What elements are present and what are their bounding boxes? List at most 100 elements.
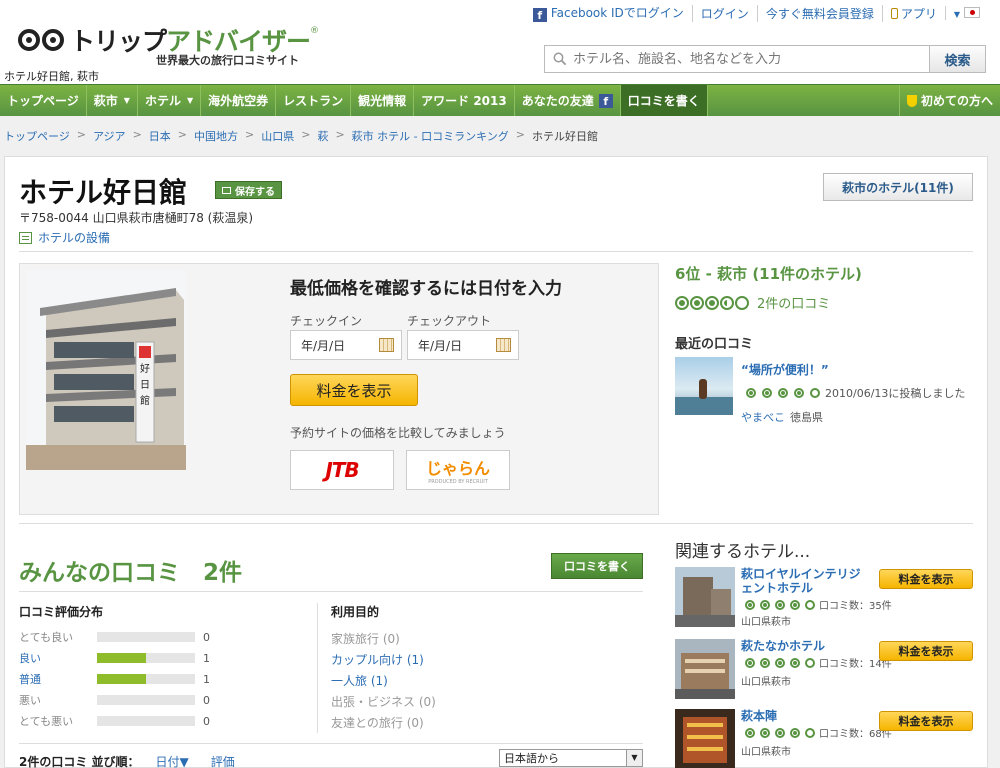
breadcrumb: トップページ > アジア > 日本 > 中国地方 > 山口県 > 萩 > 萩市 ホテル - … <box>4 128 599 144</box>
tagline: 世界最大の旅行口コミサイト <box>156 54 299 67</box>
booking-title: 最低価格を確認するには日付を入力 <box>290 279 562 299</box>
write-review-button[interactable]: 口コミを書く <box>551 553 643 579</box>
checkout-date-input[interactable]: 年/月/日 <box>407 330 519 360</box>
recent-reviewer: やまべこ 徳島県 <box>741 411 823 424</box>
facebook-icon: f <box>598 93 613 108</box>
nav-item-top[interactable]: トップページ <box>0 85 87 116</box>
nav-item-friends[interactable]: あなたの友達 f <box>515 85 621 116</box>
language-select[interactable]: 日本語から ▼ <box>499 749 643 767</box>
app-link[interactable]: アプリ <box>881 4 945 22</box>
reviews-title: みんなの口コミ 2件 <box>19 560 243 586</box>
booking-box: 好 日 館 最低価格を確認するには日付を入力 チェックイン チェックアウト 年/… <box>19 263 659 515</box>
login-link[interactable]: ログイン <box>691 4 757 22</box>
nav-item-hagi[interactable]: 萩市 ▼ <box>87 85 138 116</box>
sort-by-rating[interactable]: 評価 <box>211 753 235 768</box>
nav-item-restaurants[interactable]: レストラン <box>276 85 352 116</box>
list-icon <box>19 231 32 244</box>
hotel-photo[interactable]: 好 日 館 <box>26 270 186 470</box>
related-hotel-item: 萩ロイヤルインテリジェントホテル 口コミ数：35件 山口県萩市 料金を表示 <box>675 567 975 629</box>
divider <box>317 603 318 733</box>
distribution-row[interactable]: 悪い 0 <box>19 692 219 708</box>
nav-item-flights[interactable]: 海外航空券 <box>201 85 277 116</box>
related-hotel-name[interactable]: 萩たなかホテル <box>741 639 871 653</box>
nav-item-awards[interactable]: アワード 2013 <box>414 85 515 116</box>
suitcase-icon <box>222 186 231 194</box>
signup-link[interactable]: 今すぐ無料会員登録 <box>756 4 882 22</box>
related-hotel-price-button[interactable]: 料金を表示 <box>879 711 973 731</box>
japan-flag-icon <box>964 7 980 18</box>
purpose-filter-couples[interactable]: カップル向け (1) <box>331 651 424 668</box>
recent-reviews-title: 最近の口コミ <box>675 337 754 352</box>
calendar-icon <box>496 338 511 352</box>
calendar-icon <box>379 338 394 352</box>
purpose-filter-friends[interactable]: 友達との旅行 (0) <box>331 714 424 731</box>
distribution-row[interactable]: 良い 1 <box>19 650 219 666</box>
purpose-filter-solo[interactable]: 一人旅 (1) <box>331 672 388 689</box>
search-input[interactable] <box>573 51 929 67</box>
rating-summary: 2件の口コミ <box>675 293 830 312</box>
main-nav: トップページ 萩市 ▼ ホテル ▼ 海外航空券 レストラン 観光情報 アワード 20… <box>0 84 1000 116</box>
breadcrumb-top[interactable]: トップページ <box>4 128 70 144</box>
related-hotel-photo[interactable] <box>675 709 735 768</box>
chevron-down-icon: ▼ <box>953 10 960 19</box>
distribution-row[interactable]: 普通 1 <box>19 671 219 687</box>
nav-item-attractions[interactable]: 観光情報 <box>351 85 415 116</box>
related-hotel-location: 山口県萩市 <box>741 747 791 758</box>
rating-bubbles-icon <box>741 727 815 738</box>
breadcrumb-asia[interactable]: アジア <box>93 128 126 144</box>
amenities-link[interactable]: ホテルの設備 <box>19 229 110 246</box>
nav-item-beginner[interactable]: 初めての方へ <box>898 85 1000 116</box>
logo-registered-mark: ® <box>310 26 320 36</box>
review-count-link[interactable]: 2件の口コミ <box>757 293 830 312</box>
show-price-button[interactable]: 料金を表示 <box>290 374 418 406</box>
breadcrumb-yamaguchi[interactable]: 山口県 <box>261 128 294 144</box>
breadcrumb-chugoku[interactable]: 中国地方 <box>194 128 238 144</box>
chevron-down-icon: ▼ <box>626 750 642 766</box>
related-hotel-location: 山口県萩市 <box>741 617 791 628</box>
related-hotel-name[interactable]: 萩ロイヤルインテリジェントホテル <box>741 567 871 595</box>
related-hotel-photo[interactable] <box>675 567 735 627</box>
nav-item-write-review[interactable]: 口コミを書く <box>620 85 708 116</box>
sort-bar: 2件の口コミ 並び順： 日付▼ 評価 <box>19 753 257 768</box>
ranking-text[interactable]: 6位 - 萩市 (11件のホテル) <box>675 263 862 284</box>
reviewer-name-link[interactable]: やまべこ <box>741 411 785 424</box>
jtb-partner-button[interactable]: JTB <box>290 450 394 490</box>
svg-text:日: 日 <box>140 380 150 391</box>
sort-by-date[interactable]: 日付▼ <box>156 753 189 768</box>
hotel-address: 〒758-0044 山口県萩市唐樋町78 (萩温泉) <box>19 211 254 225</box>
checkin-date-input[interactable]: 年/月/日 <box>290 330 402 360</box>
related-hotel-price-button[interactable]: 料金を表示 <box>879 569 973 589</box>
search-button[interactable]: 検索 <box>930 45 986 73</box>
language-selector[interactable]: ▼ <box>944 6 988 20</box>
distribution-row[interactable]: とても悪い 0 <box>19 713 219 729</box>
related-hotel-location: 山口県萩市 <box>741 677 791 688</box>
divider <box>19 743 643 744</box>
reviewer-avatar[interactable] <box>675 357 733 415</box>
jalan-partner-button[interactable]: じゃらん PRODUCED BY RECRUIT <box>406 450 510 490</box>
related-hotel-price-button[interactable]: 料金を表示 <box>879 641 973 661</box>
distribution-row[interactable]: とても良い 0 <box>19 629 219 645</box>
search-bar: 検索 <box>544 45 986 73</box>
rating-bubbles-icon <box>741 388 820 398</box>
breadcrumb-hagi-hotels[interactable]: 萩市 ホテル - 口コミランキング <box>352 128 509 144</box>
nav-item-hotels[interactable]: ホテル ▼ <box>138 85 202 116</box>
rating-bubbles-icon <box>741 657 815 668</box>
purpose-filter-family[interactable]: 家族旅行 (0) <box>331 630 400 647</box>
svg-text:館: 館 <box>140 394 150 407</box>
all-hotels-button[interactable]: 萩市のホテル(11件) <box>823 173 973 201</box>
related-hotel-photo[interactable] <box>675 639 735 699</box>
breadcrumb-japan[interactable]: 日本 <box>149 128 171 144</box>
recent-review-meta: 2010/06/13に投稿しました <box>741 385 965 401</box>
checkin-label: チェックイン <box>290 314 363 328</box>
related-hotel-name[interactable]: 萩本陣 <box>741 709 871 723</box>
svg-text:好: 好 <box>140 363 150 375</box>
save-button[interactable]: 保存する <box>215 181 282 199</box>
facebook-login-link[interactable]: f Facebook IDでログイン <box>525 4 692 22</box>
divider <box>19 251 973 252</box>
jtb-logo: JTB <box>325 458 359 482</box>
purpose-filter-business[interactable]: 出張・ビジネス (0) <box>331 693 436 710</box>
search-icon <box>553 52 567 66</box>
breadcrumb-hagi[interactable]: 萩 <box>317 128 328 144</box>
divider <box>19 591 643 592</box>
recent-review-quote[interactable]: “場所が便利！” <box>741 361 829 378</box>
